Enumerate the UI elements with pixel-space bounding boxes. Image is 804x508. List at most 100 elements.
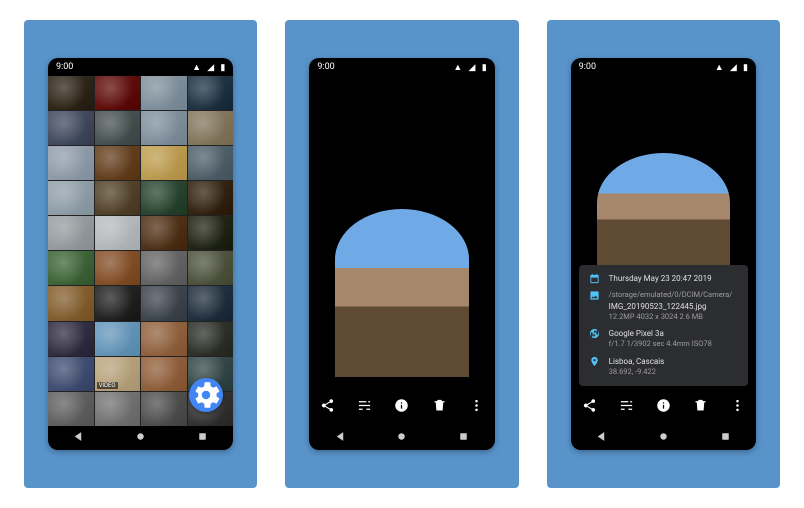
status-icons: ▲ ◢ ▮: [711, 62, 748, 73]
wifi-icon: ▲: [192, 63, 201, 73]
thumbnail[interactable]: [95, 181, 141, 215]
android-nav-bar: [309, 426, 494, 450]
thumbnail[interactable]: [141, 322, 187, 356]
thumbnail[interactable]: [48, 76, 94, 110]
photo-toolbar: [309, 390, 494, 426]
thumbnail[interactable]: [188, 251, 234, 285]
thumbnail[interactable]: [48, 251, 94, 285]
thumbnail[interactable]: [141, 286, 187, 320]
image-icon: [589, 290, 600, 301]
battery-icon: ▮: [220, 63, 225, 73]
info-coords: 38.692, -9.422: [609, 367, 738, 378]
thumbnail[interactable]: [48, 181, 94, 215]
info-camera-line: f/1.7 1/3902 sec 4.4mm ISO78: [609, 339, 738, 350]
thumbnail[interactable]: [95, 392, 141, 426]
thumbnail[interactable]: [95, 251, 141, 285]
thumbnail[interactable]: [188, 286, 234, 320]
thumbnail[interactable]: [188, 322, 234, 356]
more-button[interactable]: [469, 398, 484, 417]
thumbnail[interactable]: [48, 111, 94, 145]
status-time: 9:00: [579, 62, 596, 72]
thumbnail[interactable]: VIDEO: [95, 357, 141, 391]
photo-toolbar: [571, 390, 756, 426]
battery-icon: ▮: [743, 63, 748, 73]
gallery-grid[interactable]: VIDEO: [48, 76, 233, 425]
nav-back[interactable]: [72, 428, 85, 447]
photo-info-panel: Thursday May 23 20:47 2019 /storage/emul…: [579, 265, 748, 386]
signal-icon: ◢: [730, 63, 737, 73]
info-image-line: 12.2MP 4032 x 3024 2.6 MB: [609, 312, 738, 323]
thumbnail[interactable]: [48, 322, 94, 356]
thumbnail[interactable]: [48, 357, 94, 391]
nav-home[interactable]: [395, 428, 408, 447]
status-bar: 9:00 ▲ ◢ ▮: [309, 58, 494, 76]
info-date: Thursday May 23 20:47 2019: [609, 273, 738, 284]
signal-icon: ◢: [207, 63, 214, 73]
thumbnail[interactable]: [95, 216, 141, 250]
settings-fab[interactable]: [189, 378, 223, 412]
video-badge: VIDEO: [97, 382, 118, 389]
status-bar: 9:00 ▲ ◢ ▮: [571, 58, 756, 76]
screenshot-1: 9:00 ▲ ◢ ▮ VIDEO: [24, 20, 257, 488]
thumbnail[interactable]: [95, 76, 141, 110]
signal-icon: ◢: [469, 63, 476, 73]
nav-back[interactable]: [595, 428, 608, 447]
nav-recent[interactable]: [196, 428, 209, 447]
thumbnail[interactable]: [141, 392, 187, 426]
wifi-icon: ▲: [715, 63, 724, 73]
thumbnail[interactable]: [48, 216, 94, 250]
photo-content: [309, 76, 494, 425]
status-icons: ▲ ◢ ▮: [188, 62, 225, 73]
status-time: 9:00: [56, 62, 73, 72]
info-folder: /storage/emulated/0/DCIM/Camera/: [609, 290, 738, 301]
thumbnail[interactable]: [95, 146, 141, 180]
photo-viewer[interactable]: [309, 76, 494, 425]
share-button[interactable]: [320, 398, 335, 417]
thumbnail[interactable]: [95, 286, 141, 320]
thumbnail[interactable]: [141, 216, 187, 250]
more-button[interactable]: [730, 398, 745, 417]
thumbnail[interactable]: [141, 76, 187, 110]
thumbnail[interactable]: [48, 146, 94, 180]
thumbnail[interactable]: [188, 216, 234, 250]
nav-home[interactable]: [657, 428, 670, 447]
status-bar: 9:00 ▲ ◢ ▮: [48, 58, 233, 76]
share-button[interactable]: [582, 398, 597, 417]
info-button[interactable]: [656, 398, 671, 417]
info-camera: Google Pixel 3a: [609, 328, 738, 339]
status-time: 9:00: [317, 62, 334, 72]
nav-recent[interactable]: [457, 428, 470, 447]
status-icons: ▲ ◢ ▮: [449, 62, 486, 73]
thumbnail[interactable]: [48, 392, 94, 426]
tune-button[interactable]: [619, 398, 634, 417]
thumbnail[interactable]: [141, 111, 187, 145]
thumbnail[interactable]: [141, 181, 187, 215]
delete-button[interactable]: [432, 398, 447, 417]
nav-recent[interactable]: [719, 428, 732, 447]
battery-icon: ▮: [482, 63, 487, 73]
nav-back[interactable]: [334, 428, 347, 447]
android-nav-bar: [48, 426, 233, 450]
android-nav-bar: [571, 426, 756, 450]
thumbnail[interactable]: [188, 76, 234, 110]
thumbnail[interactable]: [95, 322, 141, 356]
tune-button[interactable]: [357, 398, 372, 417]
screenshot-2: 9:00 ▲ ◢ ▮: [285, 20, 518, 488]
thumbnail[interactable]: [141, 357, 187, 391]
thumbnail[interactable]: [48, 286, 94, 320]
thumbnail[interactable]: [188, 146, 234, 180]
thumbnail[interactable]: [95, 111, 141, 145]
thumbnail[interactable]: [188, 111, 234, 145]
wifi-icon: ▲: [453, 63, 462, 73]
info-place: Lisboa, Cascais: [609, 356, 738, 367]
thumbnail[interactable]: [141, 146, 187, 180]
photo-viewer-with-info[interactable]: Thursday May 23 20:47 2019 /storage/emul…: [571, 76, 756, 425]
info-button[interactable]: [394, 398, 409, 417]
gear-icon: [189, 378, 223, 412]
calendar-icon: [589, 273, 600, 284]
phone-frame: 9:00 ▲ ◢ ▮ VIDEO: [48, 58, 233, 449]
nav-home[interactable]: [134, 428, 147, 447]
thumbnail[interactable]: [188, 181, 234, 215]
delete-button[interactable]: [693, 398, 708, 417]
thumbnail[interactable]: [141, 251, 187, 285]
